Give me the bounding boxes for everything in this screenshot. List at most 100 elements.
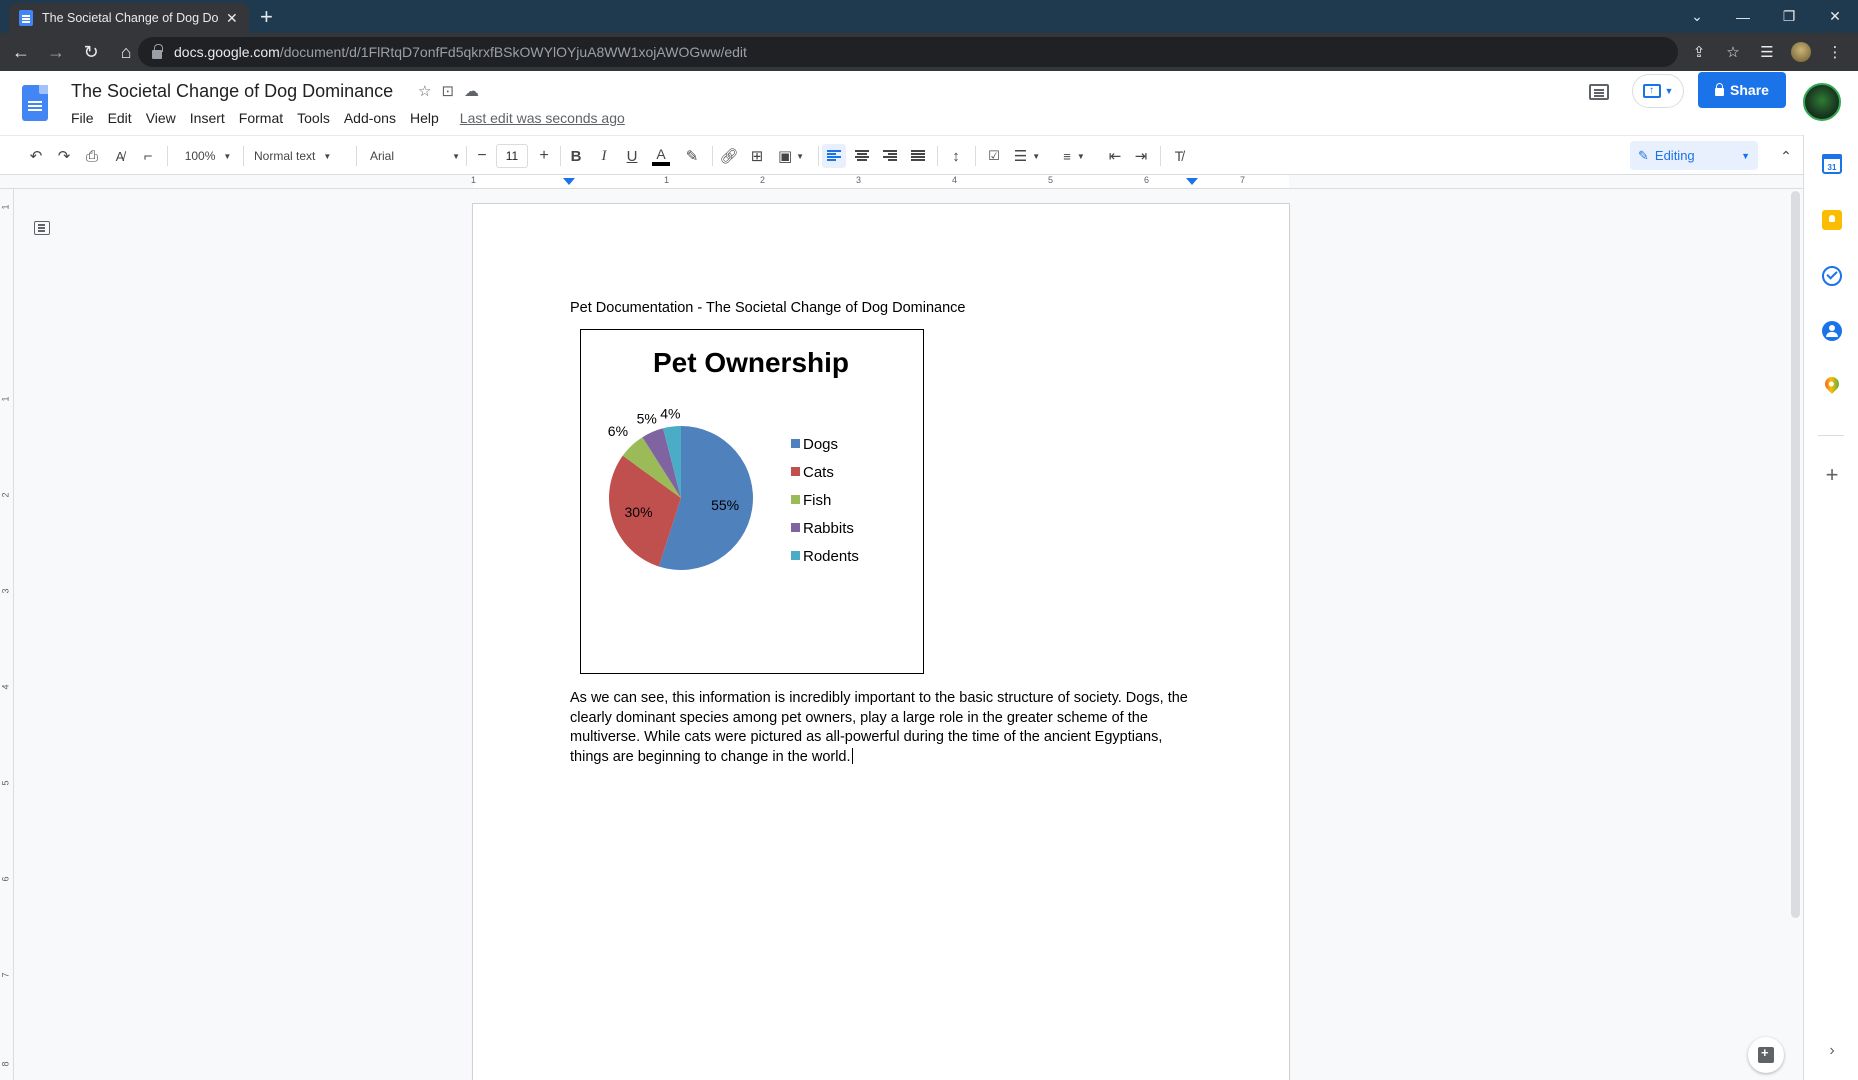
close-icon[interactable]: ✕ <box>226 10 238 27</box>
docs-header: The Societal Change of Dog Dominance ☆ ⊡… <box>0 71 1858 135</box>
home-icon[interactable]: ⌂ <box>112 38 140 66</box>
url-field[interactable]: docs.google.com/document/d/1FlRtqD7onfFd… <box>138 37 1678 67</box>
menu-add-ons[interactable]: Add-ons <box>337 110 403 126</box>
browser-tab[interactable]: The Societal Change of Dog Dominance ✕ <box>9 3 249 33</box>
document-heading[interactable]: Pet Documentation - The Societal Change … <box>570 300 966 316</box>
bold-icon[interactable]: B <box>565 144 587 168</box>
document-outline-button[interactable] <box>32 218 52 238</box>
paragraph-text: As we can see, this information is incre… <box>570 690 1188 765</box>
editing-mode-select[interactable]: ✎ Editing ▼ <box>1630 141 1758 170</box>
share-button[interactable]: Share <box>1698 72 1786 108</box>
ruler-page-area <box>473 175 1289 188</box>
decrease-indent-icon[interactable]: ⇤ <box>1104 144 1126 168</box>
menu-file[interactable]: File <box>64 110 101 126</box>
highlight-color-icon[interactable]: ✎ <box>681 144 703 168</box>
vertical-scrollbar[interactable] <box>1788 189 1803 1080</box>
pie-label-dogs: 55% <box>711 497 739 513</box>
decrease-font-size-icon[interactable]: − <box>472 144 492 168</box>
body-paragraph[interactable]: As we can see, this information is incre… <box>570 689 1200 767</box>
pie-label-fish: 6% <box>608 423 628 439</box>
toolbar-divider <box>243 146 244 166</box>
checklist-icon[interactable]: ☑ <box>982 144 1006 168</box>
horizontal-ruler[interactable]: 1 1 2 3 4 5 6 7 <box>0 175 1803 189</box>
align-left-icon[interactable] <box>822 144 846 168</box>
vertical-ruler[interactable]: 1 1 2 3 4 5 6 7 8 <box>0 189 14 1080</box>
window-close-icon[interactable]: ✕ <box>1812 0 1858 33</box>
chevron-down-icon: ▼ <box>1741 150 1750 161</box>
menu-insert[interactable]: Insert <box>183 110 232 126</box>
menu-format[interactable]: Format <box>232 110 290 126</box>
bulleted-list-icon[interactable]: ☰ ▼ <box>1010 144 1044 168</box>
paragraph-style-select[interactable]: Normal text ▼ <box>254 144 348 168</box>
font-size-input[interactable]: 11 <box>496 144 528 168</box>
tasks-icon[interactable] <box>1822 266 1842 286</box>
chevron-up-icon[interactable]: ⌃ <box>1774 144 1798 168</box>
align-right-icon[interactable] <box>878 144 902 168</box>
reading-list-icon[interactable]: ☰ <box>1752 37 1782 67</box>
undo-icon[interactable]: ↶ <box>25 144 47 168</box>
paint-format-icon[interactable]: ⌐ <box>137 144 159 168</box>
increase-font-size-icon[interactable]: + <box>534 144 554 168</box>
document-page[interactable]: Pet Documentation - The Societal Change … <box>473 204 1289 1080</box>
text-color-icon[interactable]: A <box>650 144 672 168</box>
italic-icon[interactable]: I <box>593 144 615 168</box>
pie-chart: Pet Ownership 55% 30% 6% 5% 4% Dogs Cats Fish R… <box>608 347 859 570</box>
toolbar-divider <box>560 146 561 166</box>
restore-icon[interactable]: ❐ <box>1766 0 1812 33</box>
explore-button[interactable] <box>1748 1037 1784 1073</box>
comment-history-button[interactable] <box>1583 76 1615 108</box>
clear-formatting-icon[interactable]: T̸ <box>1167 144 1191 168</box>
increase-indent-icon[interactable]: ⇥ <box>1130 144 1152 168</box>
docs-logo-icon[interactable] <box>22 85 48 121</box>
spellcheck-icon[interactable]: A̸ <box>109 144 131 168</box>
star-icon[interactable]: ☆ <box>418 82 431 100</box>
browser-menu-icon[interactable]: ⋮ <box>1820 37 1850 67</box>
line-spacing-icon[interactable]: ↕ <box>944 144 968 168</box>
menu-edit[interactable]: Edit <box>101 110 139 126</box>
lock-icon[interactable] <box>152 43 163 59</box>
avatar[interactable] <box>1803 83 1841 121</box>
profile-icon[interactable] <box>1791 42 1811 62</box>
insert-image-icon[interactable]: ▣ ▼ <box>774 144 808 168</box>
ruler-number: 1 <box>0 396 11 402</box>
numbered-list-icon[interactable]: ≡ ▼ <box>1057 144 1091 168</box>
menu-help[interactable]: Help <box>403 110 446 126</box>
chevron-right-icon[interactable]: › <box>1822 1041 1842 1061</box>
tab-search-icon[interactable]: ⌄ <box>1674 0 1720 33</box>
last-edit-link[interactable]: Last edit was seconds ago <box>460 110 625 126</box>
right-indent-marker[interactable] <box>1186 178 1198 185</box>
menu-view[interactable]: View <box>139 110 183 126</box>
present-button[interactable]: ↑ ▼ <box>1632 74 1684 108</box>
add-comment-icon[interactable]: ⊞ <box>746 144 768 168</box>
left-indent-marker[interactable] <box>563 178 575 185</box>
toolbar-divider <box>937 146 938 166</box>
get-add-ons-icon[interactable]: + <box>1822 464 1842 486</box>
redo-icon[interactable]: ↷ <box>53 144 75 168</box>
print-icon[interactable]: ⎙ <box>81 144 103 168</box>
legend-swatch-rabbits <box>791 523 800 532</box>
maps-icon[interactable] <box>1822 374 1842 394</box>
scroll-thumb[interactable] <box>1791 191 1800 918</box>
zoom-select[interactable]: 100% ▼ <box>180 144 236 168</box>
minimize-icon[interactable]: — <box>1720 0 1766 33</box>
underline-icon[interactable]: U <box>621 144 643 168</box>
insert-link-icon[interactable]: 🔗︎ <box>718 144 740 168</box>
align-center-icon[interactable] <box>850 144 874 168</box>
keep-icon[interactable] <box>1822 210 1842 230</box>
back-icon[interactable]: ← <box>7 38 35 66</box>
move-folder-icon[interactable]: ⊡ <box>441 82 454 100</box>
legend-label-dogs: Dogs <box>803 436 838 453</box>
pie-chart-image[interactable]: Pet Ownership 55% 30% 6% 5% 4% Dogs Cats Fish R… <box>580 329 924 674</box>
cloud-status-icon[interactable]: ☁ <box>464 82 479 100</box>
share-page-icon[interactable]: ⇪ <box>1684 37 1714 67</box>
reload-icon[interactable]: ↻ <box>77 38 105 66</box>
contacts-icon[interactable] <box>1822 321 1842 341</box>
bookmark-star-icon[interactable]: ☆ <box>1718 37 1748 67</box>
new-tab-icon[interactable]: + <box>260 4 273 30</box>
calendar-icon[interactable]: 31 <box>1822 154 1842 174</box>
font-select[interactable]: Arial ▼ <box>370 144 460 168</box>
justify-icon[interactable] <box>906 144 930 168</box>
forward-icon[interactable]: → <box>42 38 70 66</box>
document-title[interactable]: The Societal Change of Dog Dominance <box>71 81 393 102</box>
menu-tools[interactable]: Tools <box>290 110 337 126</box>
